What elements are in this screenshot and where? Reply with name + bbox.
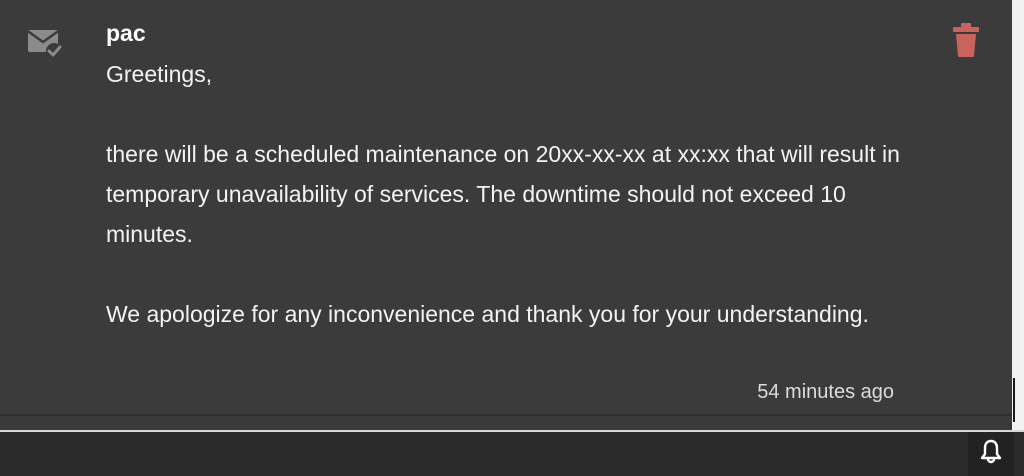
- delete-notification-button[interactable]: [950, 22, 982, 62]
- scrollbar-thumb[interactable]: [1013, 378, 1015, 422]
- scrollbar[interactable]: [1012, 0, 1024, 430]
- notification-footer: [0, 430, 1024, 476]
- notification-item: pac Greetings, there will be a scheduled…: [0, 0, 1012, 416]
- sender-name: pac: [106, 20, 146, 46]
- mail-read-icon: [26, 28, 66, 60]
- notification-panel: pac Greetings, there will be a scheduled…: [0, 0, 1024, 476]
- bell-icon: [979, 439, 1003, 470]
- trash-icon: [952, 22, 980, 63]
- notification-message: Greetings, there will be a scheduled mai…: [106, 61, 900, 327]
- notifications-toggle-button[interactable]: [968, 432, 1014, 476]
- notification-timestamp: 54 minutes ago: [757, 381, 894, 403]
